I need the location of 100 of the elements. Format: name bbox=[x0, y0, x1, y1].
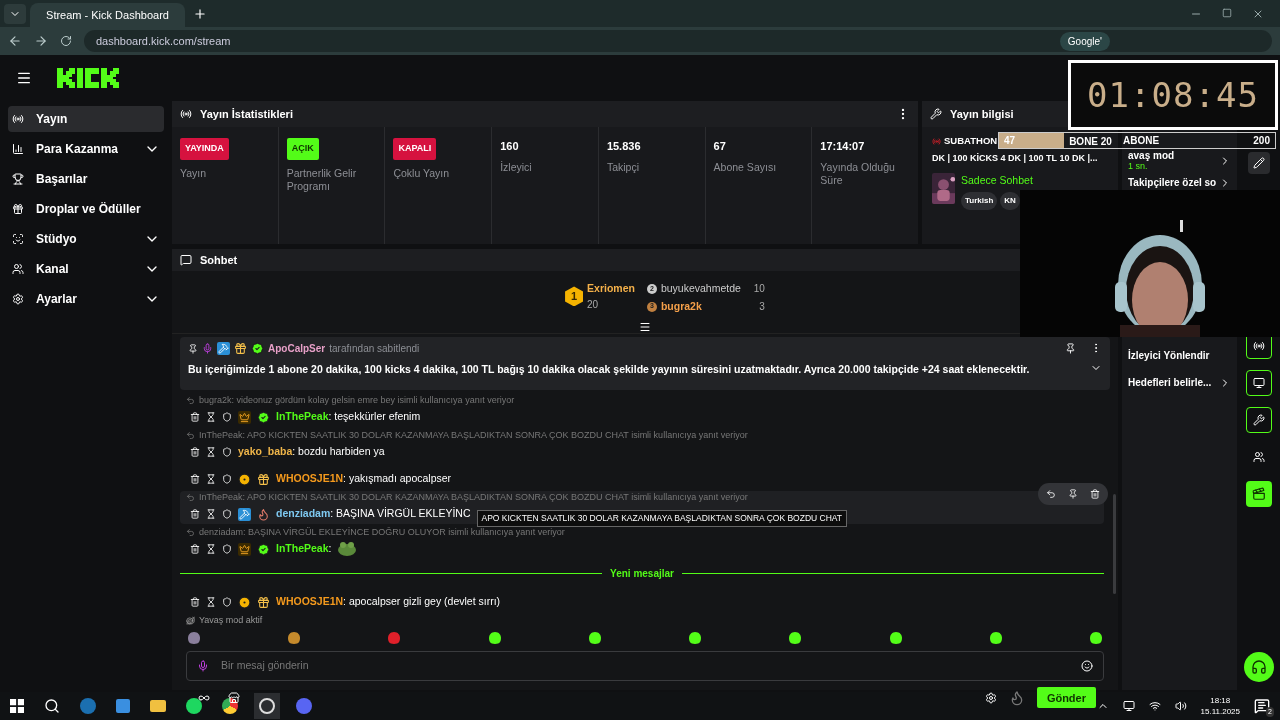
ban-icon[interactable] bbox=[222, 412, 232, 423]
delete-icon[interactable] bbox=[190, 544, 200, 555]
browser-tab[interactable]: Stream - Kick Dashboard bbox=[30, 3, 185, 27]
settings-icon[interactable] bbox=[984, 691, 997, 704]
leader-count: 20 bbox=[587, 297, 600, 312]
redirect-setting[interactable]: İzleyici Yönlendir bbox=[1128, 348, 1231, 363]
delete-icon[interactable] bbox=[190, 474, 200, 485]
stat-value: 15.836 bbox=[606, 139, 642, 154]
slow-mode-setting[interactable]: avaş mod 1 sn. bbox=[1128, 150, 1231, 172]
timeout-icon[interactable] bbox=[206, 474, 216, 485]
rank-badge: 1 bbox=[565, 286, 584, 307]
sidebar-item[interactable]: Droplar ve Ödüller bbox=[8, 196, 164, 222]
clock[interactable]: 18:18 15.11.2025 bbox=[1200, 695, 1240, 717]
delete-icon[interactable] bbox=[190, 447, 200, 458]
emote-icon[interactable] bbox=[788, 630, 803, 645]
ban-icon[interactable] bbox=[222, 597, 232, 608]
tag[interactable]: KN bbox=[1000, 192, 1020, 211]
sidebar-item[interactable]: Kanal bbox=[8, 256, 164, 282]
reload-icon[interactable] bbox=[60, 35, 72, 47]
lens-chip[interactable]: Google' bbox=[1059, 31, 1110, 51]
verified-icon bbox=[257, 410, 270, 424]
pinned-text: Bu içeriğimizde 1 abone 20 dakika, 100 kicks 4 dakika, 100 TL bağış 10 dakika olacak şekilde yayının süresini uzatmaktadır. Ayrıca 20.000 takipçide +24 saat eklenecektir. bbox=[188, 362, 1031, 377]
crown-icon bbox=[238, 410, 251, 424]
stat-value: 67 bbox=[713, 139, 727, 154]
close-window-icon[interactable] bbox=[1252, 8, 1264, 20]
status-badge: KAPALI bbox=[393, 138, 437, 160]
menu-icon[interactable] bbox=[16, 70, 32, 86]
ban-icon[interactable] bbox=[222, 474, 232, 485]
new-tab-icon[interactable] bbox=[193, 7, 207, 21]
pin-icon[interactable] bbox=[1068, 488, 1078, 499]
store-icon[interactable] bbox=[228, 691, 240, 704]
ban-icon[interactable] bbox=[222, 544, 232, 555]
edit-button[interactable] bbox=[1247, 152, 1270, 174]
mic-icon[interactable] bbox=[197, 659, 209, 672]
panel-title: Yayın İstatistikleri bbox=[200, 106, 294, 122]
message-input[interactable]: Bir mesaj gönderin bbox=[186, 650, 1104, 681]
send-button[interactable]: Gönder bbox=[1036, 687, 1096, 709]
timeout-icon[interactable] bbox=[206, 412, 216, 423]
timeout-icon[interactable] bbox=[206, 447, 216, 458]
ban-icon[interactable] bbox=[222, 509, 232, 520]
emote-icon[interactable] bbox=[287, 630, 302, 645]
ban-icon[interactable] bbox=[222, 447, 232, 458]
display-icon[interactable] bbox=[1122, 700, 1135, 712]
sidebar-item[interactable]: Başarılar bbox=[8, 166, 164, 192]
obs-icon[interactable] bbox=[254, 693, 280, 719]
network-icon[interactable] bbox=[1148, 700, 1161, 712]
tag[interactable]: Turkish bbox=[961, 192, 998, 211]
steam-icon[interactable] bbox=[80, 698, 96, 714]
emote-icon[interactable] bbox=[587, 630, 602, 645]
tab-list-button[interactable] bbox=[4, 4, 26, 24]
emote-icon[interactable] bbox=[888, 630, 903, 645]
volume-icon[interactable] bbox=[1174, 700, 1187, 712]
camera-button[interactable] bbox=[1245, 370, 1272, 396]
delete-icon[interactable] bbox=[1090, 488, 1100, 499]
notifications-icon[interactable] bbox=[1254, 698, 1270, 714]
emote-icon[interactable] bbox=[688, 630, 703, 645]
broadcast-icon bbox=[180, 108, 192, 120]
goals-setting[interactable]: Hedefleri belirle... bbox=[1128, 375, 1231, 390]
timeout-icon[interactable] bbox=[206, 597, 216, 608]
followers-only-setting[interactable]: Takipçilere özel so bbox=[1128, 175, 1231, 190]
gift-icon bbox=[234, 342, 247, 355]
emote-icon[interactable] bbox=[1088, 630, 1103, 645]
emote-icon[interactable] bbox=[487, 630, 502, 645]
windows-icon[interactable] bbox=[10, 699, 24, 713]
back-icon[interactable] bbox=[8, 34, 22, 48]
reply-icon bbox=[186, 493, 195, 503]
scroll-down-icon[interactable] bbox=[639, 321, 651, 333]
emote-icon[interactable] bbox=[988, 630, 1003, 645]
delete-icon[interactable] bbox=[190, 509, 200, 520]
delete-icon[interactable] bbox=[190, 597, 200, 608]
support-button[interactable] bbox=[1243, 652, 1274, 682]
category-link[interactable]: Sadece Sohbet bbox=[961, 172, 1033, 189]
reply-context: bugra2k: videonuz gördüm kolay gelsin emre bey isimli kullanıcıya yanıt veriyor bbox=[199, 394, 515, 407]
clapperboard-button[interactable] bbox=[1245, 481, 1272, 507]
timeout-icon[interactable] bbox=[206, 544, 216, 555]
reply-icon[interactable] bbox=[1046, 488, 1056, 499]
spotify-icon[interactable] bbox=[186, 698, 202, 714]
address-bar[interactable]: dashboard.kick.com/stream Google' bbox=[84, 30, 1272, 52]
leader-name: Exriomen bbox=[587, 281, 635, 296]
chat-line: yako_baba: bozdu harbiden ya bbox=[238, 444, 385, 460]
chat-line: WHOOSJE1N: yakışmadı apocalpser bbox=[276, 471, 452, 487]
discord-icon[interactable] bbox=[296, 698, 312, 714]
flame-icon bbox=[257, 507, 270, 521]
username[interactable]: ApoCalpSer bbox=[268, 341, 326, 356]
sidebar-item[interactable]: Stüdyo bbox=[8, 226, 164, 252]
forward-icon[interactable] bbox=[34, 34, 48, 48]
emoji-icon[interactable] bbox=[1081, 659, 1093, 672]
leader-count: 3 bbox=[759, 300, 765, 315]
pencil-icon bbox=[1252, 157, 1265, 169]
wrench-button[interactable] bbox=[1245, 407, 1272, 433]
hammer-icon bbox=[217, 342, 230, 355]
chat-line: InThePeak: teşekkürler efenim bbox=[276, 409, 421, 425]
maximize-icon[interactable] bbox=[1222, 8, 1232, 18]
timeout-icon[interactable] bbox=[206, 509, 216, 520]
sidebar-item[interactable]: Ayarlar bbox=[8, 286, 164, 312]
pin-icon[interactable] bbox=[1065, 343, 1076, 354]
search-icon[interactable] bbox=[44, 698, 60, 714]
delete-icon[interactable] bbox=[190, 412, 200, 423]
sidebar-item[interactable]: Yayın bbox=[8, 106, 164, 132]
sidebar-item[interactable]: Para Kazanma bbox=[8, 136, 164, 162]
